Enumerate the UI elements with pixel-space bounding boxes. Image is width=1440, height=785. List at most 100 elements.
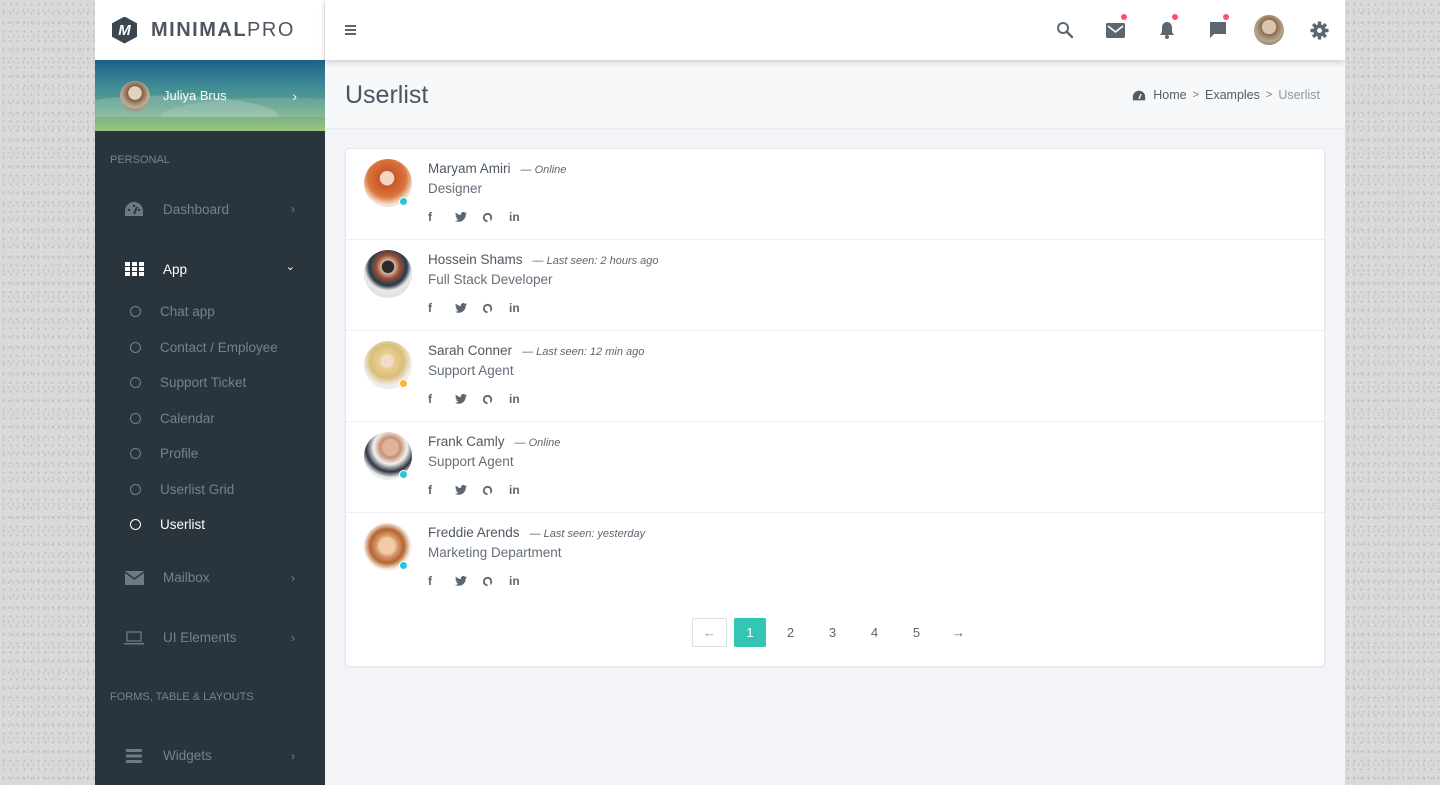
facebook-icon[interactable]: f [428,210,455,224]
submenu-item-profile[interactable]: Profile [95,436,325,472]
circle-icon [130,412,141,424]
chevron-right-icon: › [291,570,295,585]
user-menu-button[interactable] [1243,0,1294,60]
sidebar-item-label: Widgets [163,748,212,763]
user-avatar[interactable] [364,250,412,298]
linkedin-icon[interactable]: in [509,301,536,315]
user-list-item[interactable]: Freddie Arends — Last seen: yesterday Mar… [346,513,1324,604]
notification-badge [1172,14,1178,20]
linkedin-icon[interactable]: in [509,392,536,406]
submenu-item-label: Userlist [160,517,206,533]
user-name[interactable]: Maryam Amiri [428,161,511,176]
pagination-next-button[interactable]: → [941,618,976,647]
mail-button[interactable] [1090,0,1141,60]
settings-button[interactable] [1294,0,1345,60]
twitter-icon[interactable] [455,301,482,315]
submenu-item-label: Contact / Employee [160,339,278,355]
submenu-item-label: Support Ticket [160,375,247,391]
gear-icon [1310,20,1329,40]
status-online-indicator [399,197,408,206]
status-away-indicator [399,379,408,388]
sidebar-user-avatar [120,80,150,111]
twitter-icon[interactable] [455,210,482,224]
breadcrumb-separator: > [1265,89,1273,101]
submenu-item-contact-employee[interactable]: Contact / Employee [95,330,325,366]
pagination-prev-button[interactable]: ← [692,618,727,647]
sidebar-item-dashboard[interactable]: Dashboard › [95,179,325,239]
submenu-item-calendar[interactable]: Calendar [95,401,325,437]
user-list-item[interactable]: Sarah Conner — Last seen: 12 min ago Supp… [346,331,1324,422]
sidebar-user-panel[interactable]: Juliya Brus › [95,60,325,131]
breadcrumb-home[interactable]: Home [1153,88,1186,102]
top-navbar [325,0,1345,60]
github-icon[interactable] [482,210,509,224]
topbar-icons [1039,0,1345,60]
pagination-page-5[interactable]: 5 [899,618,934,647]
bars-icon [123,747,145,765]
user-name[interactable]: Sarah Conner [428,343,512,358]
sidebar-item-widgets[interactable]: Widgets › [95,726,325,785]
brand-logo[interactable]: M MINIMALPRO [95,0,325,60]
user-role: Support Agent [428,363,514,378]
breadcrumb-separator: > [1192,89,1199,101]
breadcrumb-examples[interactable]: Examples [1205,88,1260,102]
chevron-right-icon: › [291,202,295,216]
circle-icon [130,519,141,531]
sidebar-user-name: Juliya Brus [163,88,227,103]
chevron-right-icon[interactable]: › [292,88,297,104]
notifications-button[interactable] [1141,0,1192,60]
github-icon[interactable] [482,483,509,497]
user-name[interactable]: Hossein Shams [428,252,523,267]
sidebar-item-app[interactable]: App ⌄ [95,239,325,299]
circle-icon [130,483,141,495]
user-list-item[interactable]: Hossein Shams — Last seen: 2 hours ago Fu… [346,240,1324,331]
sidebar: Juliya Brus › PERSONAL Dashboard › App ⌄… [95,60,325,785]
facebook-icon[interactable]: f [428,392,455,406]
sidebar-item-label: Dashboard [163,201,230,217]
facebook-icon[interactable]: f [428,301,455,315]
user-list: Maryam Amiri — Online Designer f in Hosse… [346,149,1324,604]
pagination-page-3[interactable]: 3 [815,618,850,647]
twitter-icon[interactable] [455,483,482,497]
messages-button[interactable] [1192,0,1243,60]
twitter-icon[interactable] [455,574,482,588]
breadcrumb: Home > Examples > Userlist [1132,88,1320,102]
submenu-item-label: Chat app [160,304,215,320]
sidebar-item-mailbox[interactable]: Mailbox › [95,548,325,608]
submenu-item-chat-app[interactable]: Chat app [95,294,325,330]
pagination-page-4[interactable]: 4 [857,618,892,647]
social-links: f in [428,301,536,315]
github-icon[interactable] [482,574,509,588]
linkedin-icon[interactable]: in [509,574,536,588]
facebook-icon[interactable]: f [428,574,455,588]
page-title: Userlist [345,81,429,109]
twitter-icon[interactable] [455,392,482,406]
submenu-item-support-ticket[interactable]: Support Ticket [95,365,325,401]
submenu-item-userlist[interactable]: Userlist [95,507,325,543]
facebook-icon[interactable]: f [428,483,455,497]
pagination-page-1[interactable]: 1 [734,618,766,647]
brand-name: MINIMALPRO [151,19,295,42]
user-list-item[interactable]: Maryam Amiri — Online Designer f in [346,149,1324,240]
github-icon[interactable] [482,301,509,315]
sidebar-item-label: Mailbox [163,570,210,585]
user-list-item[interactable]: Frank Camly — Online Support Agent f in [346,422,1324,513]
github-icon[interactable] [482,392,509,406]
pagination-page-2[interactable]: 2 [773,618,808,647]
social-links: f in [428,210,536,224]
main-content: Userlist Home > Examples > Userlist Mary… [325,60,1345,785]
bell-icon [1159,22,1174,39]
user-name[interactable]: Frank Camly [428,434,505,449]
circle-icon [130,377,141,389]
search-button[interactable] [1039,0,1090,60]
chat-icon [1209,22,1226,38]
submenu-item-userlist-grid[interactable]: Userlist Grid [95,472,325,508]
menu-header-forms: FORMS, TABLE & LAYOUTS [110,690,254,703]
sidebar-item-ui-elements[interactable]: UI Elements › [95,608,325,668]
linkedin-icon[interactable]: in [509,210,536,224]
status-online-indicator [399,470,408,479]
linkedin-icon[interactable]: in [509,483,536,497]
hamburger-menu-icon[interactable] [345,25,356,37]
user-status: — Online [514,437,561,449]
user-name[interactable]: Freddie Arends [428,525,520,540]
